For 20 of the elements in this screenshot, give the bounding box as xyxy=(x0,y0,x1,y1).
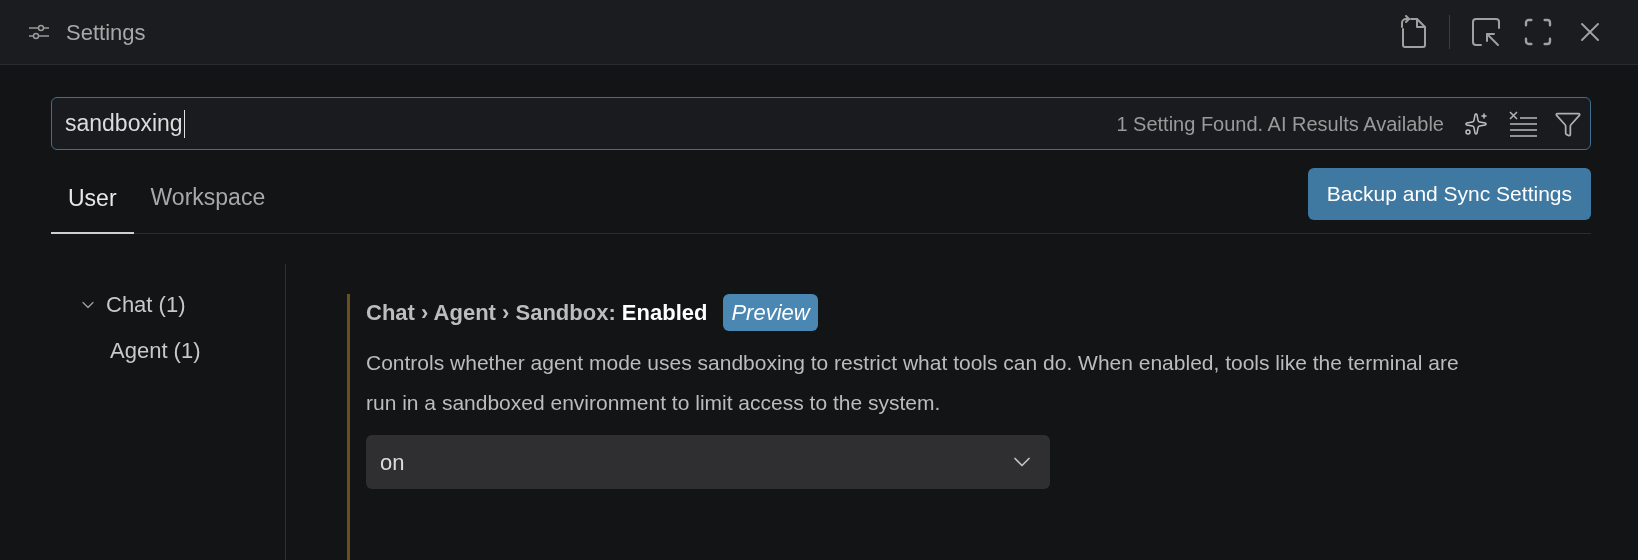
tab[interactable]: Workspace xyxy=(133,179,283,233)
sparkle-icon[interactable] xyxy=(1464,111,1488,136)
text-cursor xyxy=(183,109,185,138)
search-field[interactable]: sandboxing 1 Setting Found. AI Results Available xyxy=(51,97,1591,150)
tree-item[interactable]: Chat (1) xyxy=(106,282,186,328)
value-dropdown[interactable]: on xyxy=(366,435,1050,489)
search-query: sandboxing xyxy=(65,109,183,139)
sync-button[interactable]: Backup and Sync Settings xyxy=(1307,168,1591,220)
select-region-icon[interactable] xyxy=(1470,16,1502,48)
preview-badge: Preview xyxy=(723,294,818,331)
setting-description: Controls whether agent mode uses sandboxing to restrict what tools can do. When enabled, tools like the terminal are run in a sandboxed environment to limit access to the system. xyxy=(366,350,1460,416)
sliders-icon xyxy=(28,23,50,41)
setting-title: Chat › Agent › Sandbox: Enabled xyxy=(366,299,708,327)
fullscreen-icon[interactable] xyxy=(1522,16,1554,48)
result-count: 1 Setting Found. AI Results Available xyxy=(1116,111,1444,137)
tree-item[interactable]: Agent (1) xyxy=(110,328,201,374)
clear-filter-icon[interactable] xyxy=(1508,110,1538,137)
tab[interactable]: User xyxy=(51,180,134,234)
window-title: Settings xyxy=(66,18,146,47)
file-arrow-icon[interactable] xyxy=(1399,15,1429,49)
